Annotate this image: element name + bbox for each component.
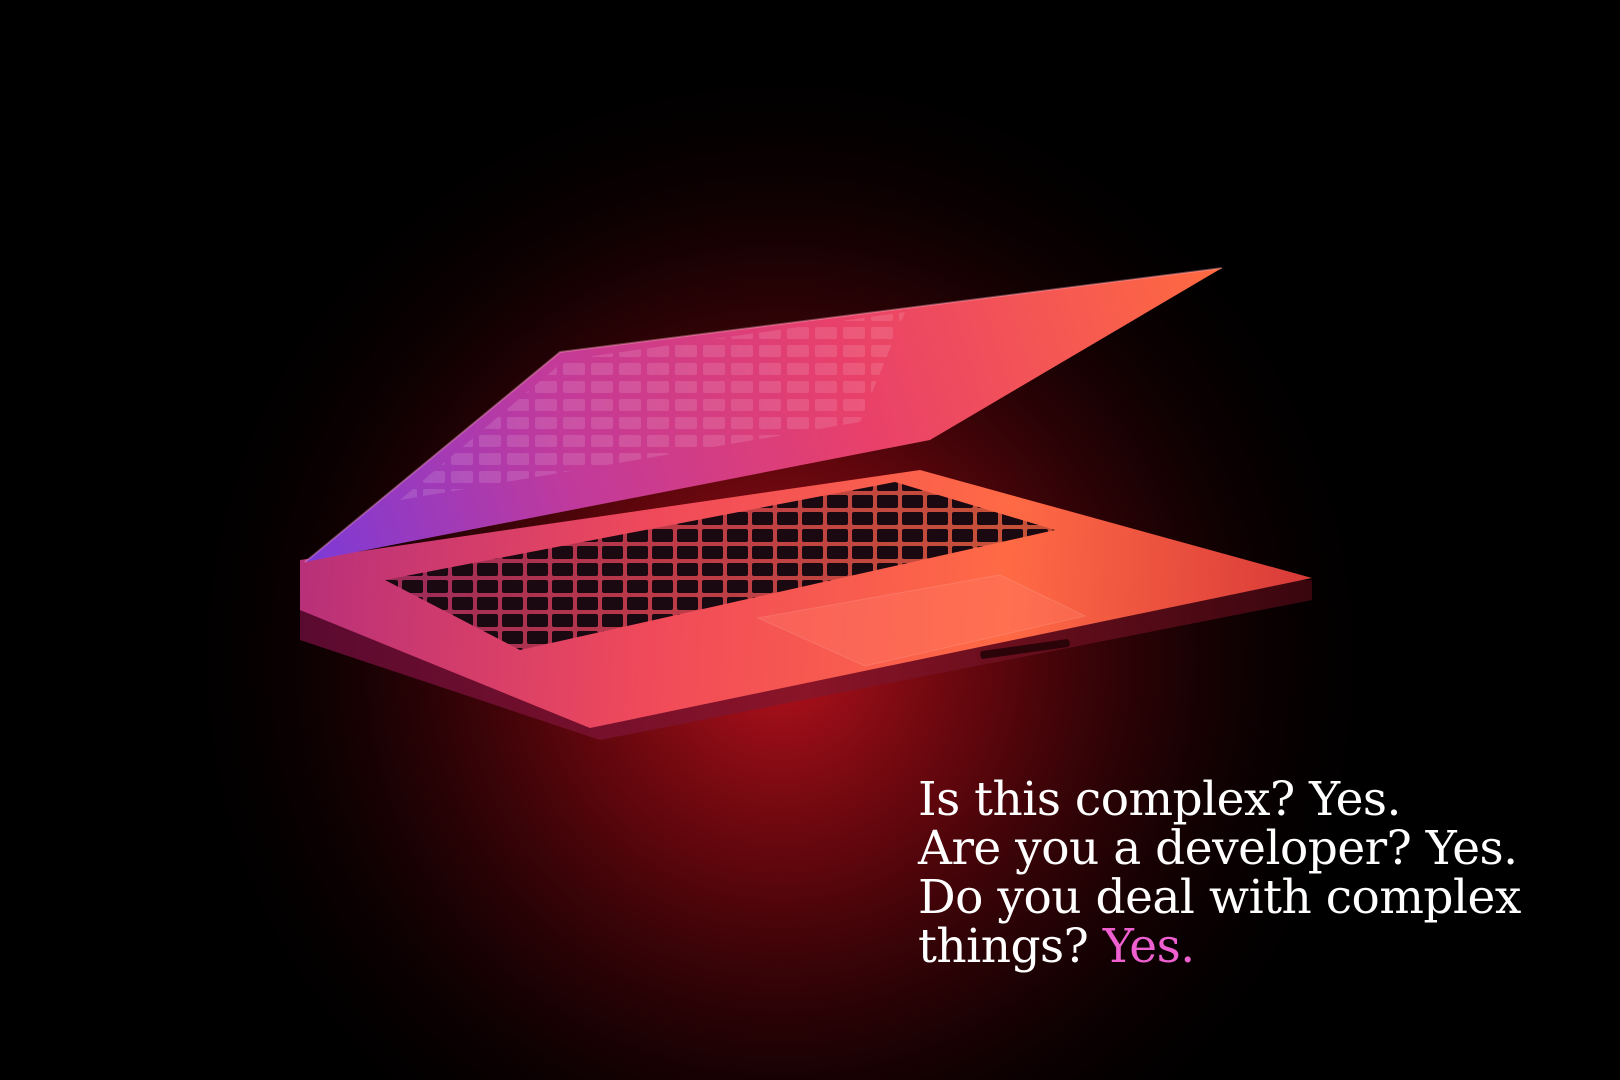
caption-line-1: Is this complex? Yes.: [918, 772, 1401, 827]
caption-line-4-start: things?: [918, 919, 1089, 974]
hero-scene: Is this complex? Yes. Are you a develope…: [0, 0, 1620, 1080]
caption-line-2: Are you a developer? Yes.: [918, 821, 1518, 876]
caption-line-3: Do you deal with complex: [918, 870, 1521, 925]
caption-accent: Yes.: [1102, 919, 1195, 974]
caption-line-4: things? Yes.: [918, 922, 1598, 971]
hero-caption: Is this complex? Yes. Are you a develope…: [918, 775, 1598, 971]
